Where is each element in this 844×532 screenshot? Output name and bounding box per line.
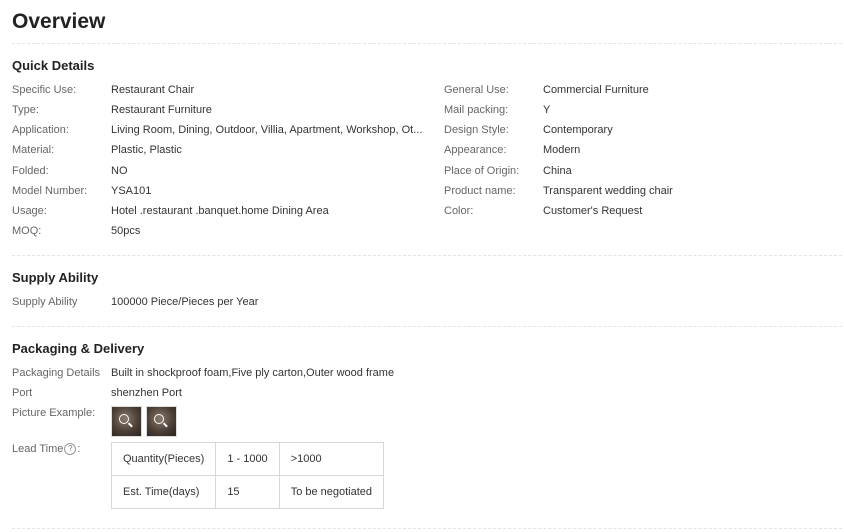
table-cell: Quantity(Pieces) [110, 442, 217, 476]
detail-value: 50pcs [111, 225, 141, 237]
help-icon[interactable]: ? [64, 443, 77, 456]
detail-label: Color: [444, 205, 474, 217]
packaging-heading: Packaging & Delivery [12, 341, 145, 356]
packaging-details-label: Packaging Details [12, 367, 101, 379]
lead-time-text: Lead Time [12, 443, 64, 455]
lead-time-label: Lead Time?: [12, 442, 80, 456]
detail-label: Design Style: [444, 124, 509, 136]
detail-label: Folded: [12, 165, 49, 177]
picture-thumbnail[interactable] [111, 406, 142, 437]
detail-value: Hotel .restaurant .banquet.home Dining A… [111, 205, 329, 217]
table-row: Est. Time(days) 15 To be negotiated [110, 475, 385, 509]
supply-value: 100000 Piece/Pieces per Year [111, 296, 259, 308]
detail-label: Usage: [12, 205, 47, 217]
detail-label: Appearance: [444, 144, 507, 156]
detail-value: YSA101 [111, 185, 152, 197]
lead-time-colon: : [77, 443, 81, 455]
detail-value: NO [111, 165, 128, 177]
detail-value: Restaurant Furniture [111, 104, 212, 116]
detail-value: Y [543, 104, 551, 116]
detail-label: Specific Use: [12, 84, 77, 96]
detail-label: Model Number: [12, 185, 88, 197]
table-cell: 15 [215, 475, 280, 509]
detail-value: Transparent wedding chair [543, 185, 673, 197]
table-cell: Est. Time(days) [110, 475, 217, 509]
picture-thumbnail[interactable] [146, 406, 177, 437]
supply-label: Supply Ability [12, 296, 78, 308]
divider [12, 43, 842, 44]
detail-label: MOQ: [12, 225, 42, 237]
detail-value: Commercial Furniture [543, 84, 649, 96]
divider [12, 255, 842, 256]
detail-label: General Use: [444, 84, 509, 96]
quick-details-heading: Quick Details [12, 58, 95, 73]
detail-value: Contemporary [543, 124, 613, 136]
zoom-in-icon [154, 414, 164, 424]
port-label: Port [12, 387, 33, 399]
detail-label: Place of Origin: [444, 165, 520, 177]
detail-label: Product name: [444, 185, 516, 197]
detail-label: Mail packing: [444, 104, 509, 116]
detail-value: Modern [543, 144, 581, 156]
detail-label: Application: [12, 124, 69, 136]
packaging-details-value: Built in shockproof foam,Five ply carton… [111, 367, 395, 379]
detail-value: China [543, 165, 572, 177]
zoom-in-icon [119, 414, 129, 424]
page-title: Overview [12, 10, 106, 33]
detail-value: Living Room, Dining, Outdoor, Villia, Ap… [111, 124, 423, 136]
supply-ability-heading: Supply Ability [12, 270, 99, 285]
table-cell: To be negotiated [278, 475, 385, 509]
detail-value: Plastic, Plastic [111, 144, 182, 156]
port-value: shenzhen Port [111, 387, 182, 399]
detail-label: Material: [12, 144, 55, 156]
detail-value: Restaurant Chair [111, 84, 195, 96]
lead-time-table: Quantity(Pieces) 1 - 1000 >1000 Est. Tim… [110, 442, 385, 509]
divider [12, 528, 842, 529]
divider [12, 326, 842, 327]
picture-example-label: Picture Example: [12, 407, 96, 419]
table-cell: >1000 [278, 442, 385, 476]
table-cell: 1 - 1000 [215, 442, 280, 476]
detail-value: Customer's Request [543, 205, 643, 217]
table-row: Quantity(Pieces) 1 - 1000 >1000 [110, 442, 385, 476]
detail-label: Type: [12, 104, 39, 116]
